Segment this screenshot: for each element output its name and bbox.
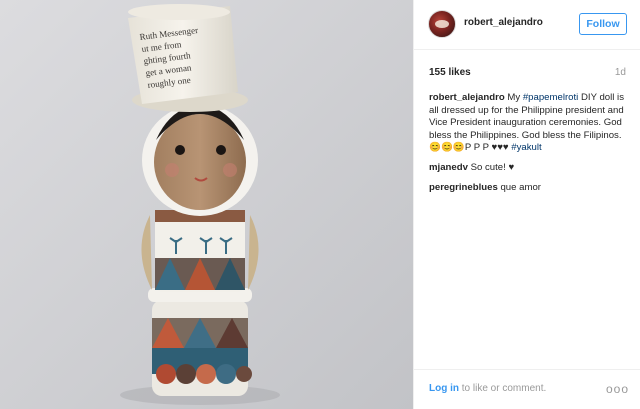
comment-text: que amor [497,181,541,193]
comment-username[interactable]: peregrineblues [429,182,498,193]
post-age[interactable]: 1d [615,67,626,78]
follow-button[interactable]: Follow [579,13,627,35]
hashtag-link[interactable]: #papemelroti [523,92,578,103]
post-header: robert_alejandro Follow [414,0,640,50]
comment-username[interactable]: mjanedv [429,162,468,173]
author-username[interactable]: robert_alejandro [464,17,543,28]
login-prompt: Log in to like or comment. [429,383,546,394]
comment-item: peregrineblues que amor [429,182,631,195]
login-link[interactable]: Log in [429,383,459,394]
post-photo[interactable]: Ruth Messenger ut me from ghting fourth … [0,0,413,409]
comment-list: robert_alejandro My #papemelroti DIY dol… [429,92,631,201]
doll-image: Ruth Messenger ut me from ghting fourth … [0,0,413,409]
login-prompt-text: to like or comment. [459,383,547,394]
avatar[interactable] [428,10,456,38]
hashtag-link[interactable]: #yakult [511,142,541,153]
post-sidebar: robert_alejandro Follow 155 likes 1d rob… [413,0,640,409]
post-footer: Log in to like or comment. ooo [414,369,640,409]
comment-item: mjanedv So cute! ♥ [429,162,631,175]
likes-count[interactable]: 155 likes [429,67,471,78]
more-options-icon[interactable]: ooo [606,382,629,396]
caption-username[interactable]: robert_alejandro [429,92,505,103]
comment-text: So cute! ♥ [467,161,515,173]
caption: robert_alejandro My #papemelroti DIY dol… [429,92,631,155]
caption-text: My [504,92,523,103]
